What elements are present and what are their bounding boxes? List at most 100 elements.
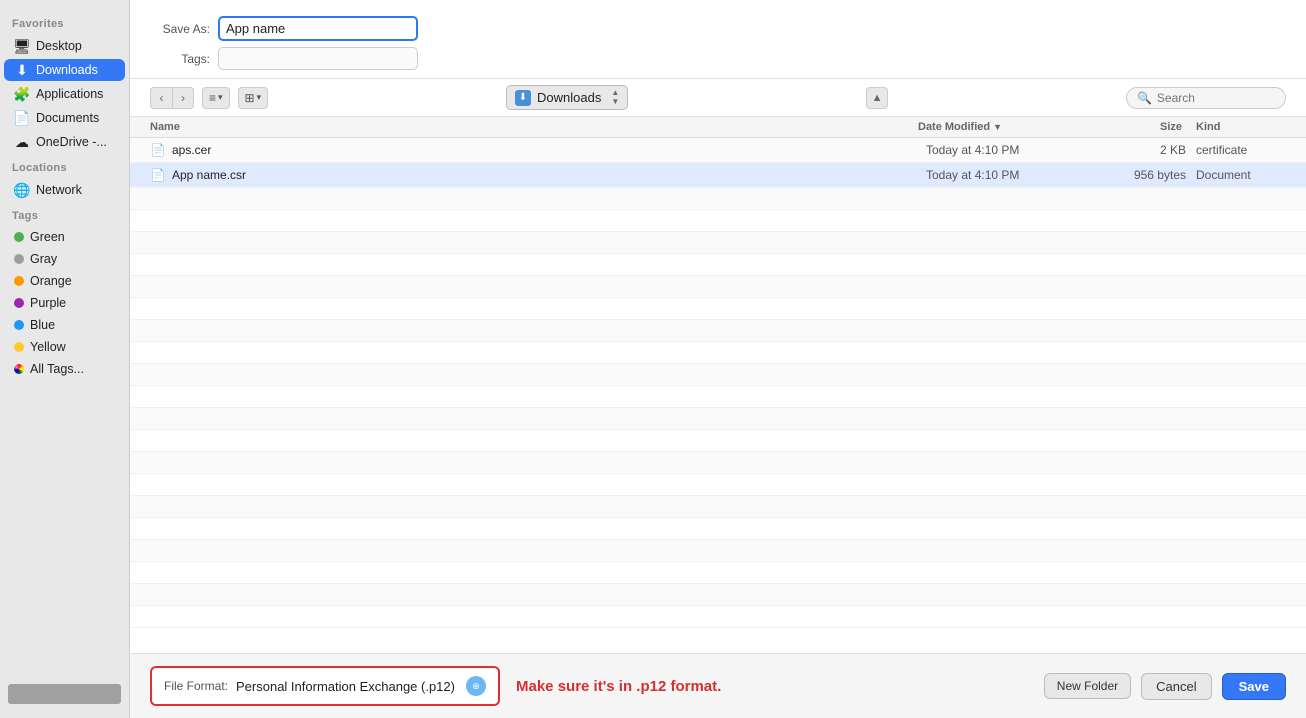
locations-label: Locations <box>0 154 129 178</box>
sidebar-item-onedrive[interactable]: ☁ OneDrive -... <box>4 131 125 153</box>
sidebar-item-label: OneDrive -... <box>36 135 107 149</box>
file-date: Today at 4:10 PM <box>926 168 1106 182</box>
favorites-label: Favorites <box>0 10 129 34</box>
tag-label: Yellow <box>30 340 66 354</box>
sidebar-tag-gray[interactable]: Gray <box>4 249 125 269</box>
cancel-button[interactable]: Cancel <box>1141 673 1211 700</box>
save-as-label: Save As: <box>150 22 210 36</box>
file-format-box: File Format: Personal Information Exchan… <box>150 666 500 706</box>
sidebar-tag-orange[interactable]: Orange <box>4 271 125 291</box>
sidebar-item-downloads[interactable]: ⬇ Downloads <box>4 59 125 81</box>
empty-row <box>130 364 1306 386</box>
empty-row <box>130 320 1306 342</box>
grid-view-chevron: ▾ <box>257 92 262 103</box>
tag-label: Orange <box>30 274 72 288</box>
save-button[interactable]: Save <box>1222 673 1286 700</box>
file-size: 2 KB <box>1106 143 1186 157</box>
sidebar-item-label: Desktop <box>36 39 82 53</box>
chevron-down-icon: ⊕ <box>472 681 480 692</box>
all-tags-icon <box>14 364 24 374</box>
sidebar: Favorites 🖥 Desktop ⬇ Downloads 🧩 Applic… <box>0 0 130 718</box>
purple-dot <box>14 298 24 308</box>
gray-dot <box>14 254 24 264</box>
location-dropdown[interactable]: ⬇ Downloads ▲ ▼ <box>506 85 628 110</box>
sidebar-item-label: Network <box>36 183 82 197</box>
empty-rows <box>130 188 1306 653</box>
nav-buttons: ‹ › <box>150 87 194 109</box>
new-folder-button[interactable]: New Folder <box>1044 673 1131 699</box>
empty-row <box>130 496 1306 518</box>
file-list-header: Name Date Modified ▼ Size Kind <box>130 117 1306 138</box>
empty-row <box>130 562 1306 584</box>
empty-row <box>130 474 1306 496</box>
sidebar-item-label: Documents <box>36 111 99 125</box>
file-name-cell: 📄 App name.csr <box>150 167 926 183</box>
empty-row <box>130 452 1306 474</box>
green-dot <box>14 232 24 242</box>
file-format-select[interactable]: Personal Information Exchange (.p12) <box>236 679 458 694</box>
onedrive-icon: ☁ <box>14 134 30 150</box>
empty-row <box>130 408 1306 430</box>
search-input[interactable] <box>1157 91 1275 105</box>
save-as-row: Save As: <box>150 16 1286 41</box>
format-chevron-button[interactable]: ⊕ <box>466 676 486 696</box>
applications-icon: 🧩 <box>14 86 30 102</box>
empty-row <box>130 540 1306 562</box>
tag-label: Gray <box>30 252 57 266</box>
file-kind: Document <box>1186 168 1286 182</box>
desktop-icon: 🖥 <box>14 38 30 54</box>
search-box[interactable]: 🔍 <box>1126 87 1286 109</box>
tags-input[interactable] <box>218 47 418 70</box>
col-kind-header: Kind <box>1186 121 1286 133</box>
tag-label: Purple <box>30 296 66 310</box>
empty-row <box>130 584 1306 606</box>
sidebar-item-applications[interactable]: 🧩 Applications <box>4 83 125 105</box>
empty-row <box>130 298 1306 320</box>
empty-row <box>130 386 1306 408</box>
sort-icon: ▼ <box>993 122 1002 132</box>
bottom-bar: File Format: Personal Information Exchan… <box>130 653 1306 718</box>
sidebar-all-tags[interactable]: All Tags... <box>4 359 125 379</box>
sidebar-item-desktop[interactable]: 🖥 Desktop <box>4 35 125 57</box>
file-icon: 📄 <box>150 142 166 158</box>
file-kind: certificate <box>1186 143 1286 157</box>
save-as-input[interactable] <box>218 16 418 41</box>
empty-row <box>130 342 1306 364</box>
empty-row <box>130 606 1306 628</box>
empty-row <box>130 276 1306 298</box>
search-icon: 🔍 <box>1137 91 1152 105</box>
documents-icon: 📄 <box>14 110 30 126</box>
table-row[interactable]: 📄 App name.csr Today at 4:10 PM 956 byte… <box>130 163 1306 188</box>
empty-row <box>130 210 1306 232</box>
sidebar-tag-purple[interactable]: Purple <box>4 293 125 313</box>
sidebar-item-network[interactable]: 🌐 Network <box>4 179 125 201</box>
file-name: App name.csr <box>172 168 246 182</box>
file-date: Today at 4:10 PM <box>926 143 1106 157</box>
expand-button[interactable]: ▲ <box>866 87 888 109</box>
sidebar-item-documents[interactable]: 📄 Documents <box>4 107 125 129</box>
action-buttons: New Folder Cancel Save <box>1044 673 1286 700</box>
table-row[interactable]: 📄 aps.cer Today at 4:10 PM 2 KB certific… <box>130 138 1306 163</box>
dropdown-arrows: ▲ ▼ <box>611 89 619 106</box>
sidebar-item-label: Applications <box>36 87 103 101</box>
sidebar-tag-green[interactable]: Green <box>4 227 125 247</box>
file-name: aps.cer <box>172 143 211 157</box>
tag-label: All Tags... <box>30 362 84 376</box>
col-name-header: Name <box>150 121 914 133</box>
downloads-folder-icon: ⬇ <box>515 90 531 106</box>
tag-label: Blue <box>30 318 55 332</box>
empty-row <box>130 518 1306 540</box>
col-date-header: Date Modified ▼ <box>918 121 1098 133</box>
file-size: 956 bytes <box>1106 168 1186 182</box>
grid-view-button[interactable]: ⊞ ▾ <box>238 87 269 109</box>
sidebar-tag-yellow[interactable]: Yellow <box>4 337 125 357</box>
toolbar: ‹ › ≡ ▾ ⊞ ▾ ⬇ Downloads ▲ ▼ ▲ 🔍 <box>130 79 1306 117</box>
yellow-dot <box>14 342 24 352</box>
sidebar-tag-blue[interactable]: Blue <box>4 315 125 335</box>
forward-button[interactable]: › <box>172 87 194 109</box>
orange-dot <box>14 276 24 286</box>
tag-label: Green <box>30 230 65 244</box>
back-button[interactable]: ‹ <box>150 87 172 109</box>
empty-row <box>130 430 1306 452</box>
list-view-button[interactable]: ≡ ▾ <box>202 87 230 109</box>
